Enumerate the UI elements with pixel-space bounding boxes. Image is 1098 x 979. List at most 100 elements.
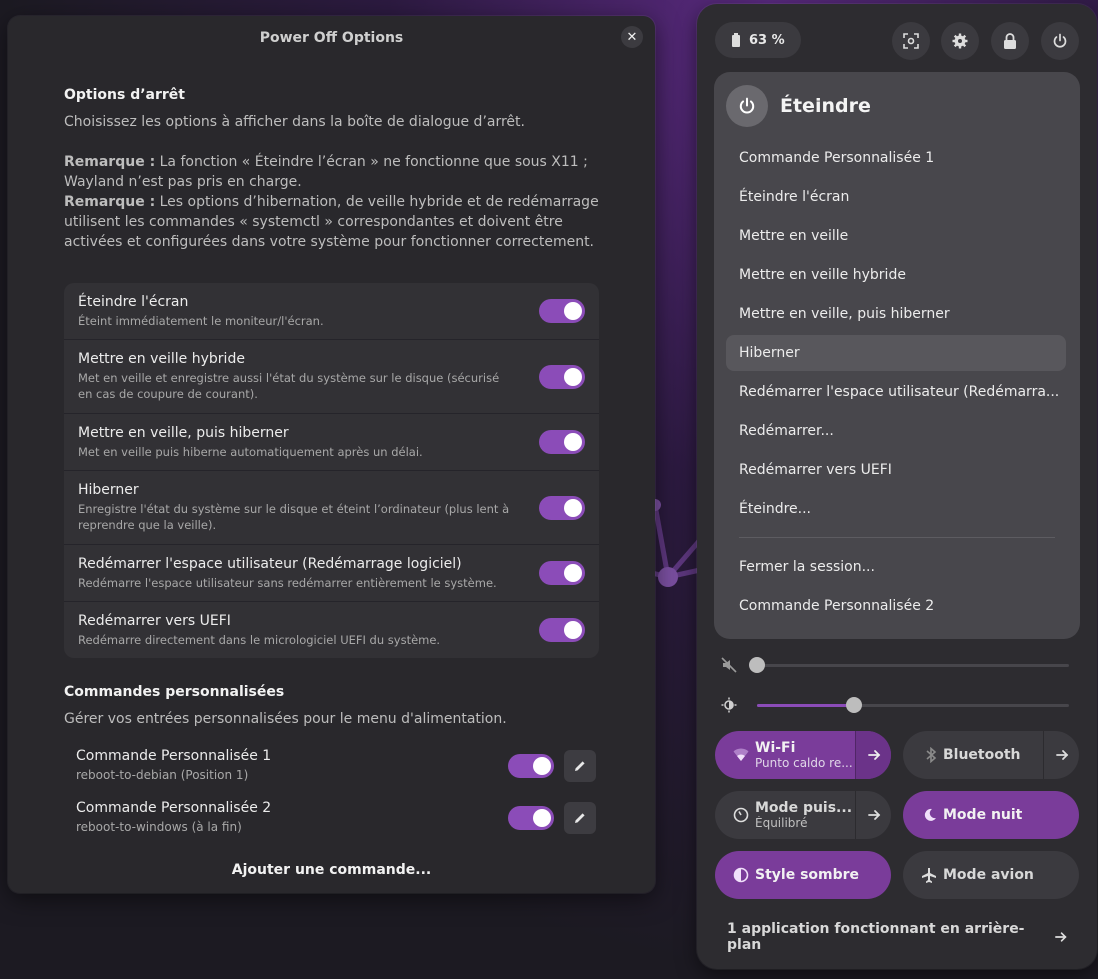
dark-style-label: Style sombre xyxy=(755,867,860,883)
night-mode-tile[interactable]: Mode nuit xyxy=(903,791,1079,839)
power-menu-item[interactable]: Éteindre... xyxy=(726,491,1066,527)
option-toggle-suspend-then-hibernate[interactable] xyxy=(539,430,585,454)
brightness-slider[interactable] xyxy=(717,695,1077,715)
power-button[interactable] xyxy=(1041,22,1079,60)
power-mode-label: Mode puis... xyxy=(755,800,853,816)
screenshot-button[interactable] xyxy=(892,22,930,60)
power-menu-item[interactable]: Redémarrer vers UEFI xyxy=(726,452,1066,488)
power-mode-menu-button[interactable] xyxy=(855,791,891,839)
option-title: Éteindre l'écran xyxy=(78,294,189,310)
settings-button[interactable] xyxy=(941,22,979,60)
option-row-soft-reboot: Redémarrer l'espace utilisateur (Redémar… xyxy=(64,545,599,602)
power-menu-header: Éteindre xyxy=(726,85,871,127)
power-icon xyxy=(1053,33,1067,48)
arrow-right-icon xyxy=(1055,750,1068,760)
close-button[interactable]: ✕ xyxy=(621,26,643,48)
edit-command-button[interactable] xyxy=(564,750,596,782)
bluetooth-label: Bluetooth xyxy=(943,747,1021,763)
command-toggle[interactable] xyxy=(508,754,554,778)
option-desc: Éteint immédiatement le moniteur/l'écran… xyxy=(78,314,324,328)
option-title: Redémarrer l'espace utilisateur (Redémar… xyxy=(78,556,462,572)
lock-icon xyxy=(1004,33,1016,49)
option-desc: Redémarre directement dans le micrologic… xyxy=(78,633,441,647)
moon-icon xyxy=(903,808,943,822)
option-desc: Enregistre l'état du système sur le disq… xyxy=(78,502,510,532)
option-row-hibernate: Hiberner Enregistre l'état du système su… xyxy=(64,471,599,545)
option-desc: Met en veille et enregistre aussi l'état… xyxy=(78,371,500,401)
volume-slider[interactable] xyxy=(717,655,1077,675)
lock-button[interactable] xyxy=(991,22,1029,60)
pencil-icon xyxy=(575,761,585,771)
screenshot-icon xyxy=(903,33,919,49)
option-row-screen-off: Éteindre l'écran Éteint immédiatement le… xyxy=(64,283,599,340)
wifi-menu-button[interactable] xyxy=(855,731,891,779)
background-apps-button[interactable]: 1 application fonctionnant en arrière-pl… xyxy=(727,921,1067,953)
note-label: Remarque : xyxy=(64,154,156,170)
option-toggle-reboot-uefi[interactable] xyxy=(539,618,585,642)
brightness-fill xyxy=(757,704,854,707)
close-icon: ✕ xyxy=(626,29,638,45)
dark-style-icon xyxy=(715,867,755,883)
power-menu-icon xyxy=(726,85,768,127)
power-menu-item[interactable]: Commande Personnalisée 1 xyxy=(726,140,1066,176)
option-title: Mettre en veille hybride xyxy=(78,351,245,367)
gear-icon xyxy=(952,33,968,49)
power-mode-tile[interactable]: Mode puis... Équilibré xyxy=(715,791,891,839)
option-toggle-hybrid-sleep[interactable] xyxy=(539,364,585,389)
power-icon xyxy=(739,97,755,114)
power-menu: Éteindre Commande Personnalisée 1 Éteind… xyxy=(714,72,1080,639)
custom-command-row: Commande Personnalisée 1 reboot-to-debia… xyxy=(76,746,596,786)
power-menu-item[interactable]: Mettre en veille hybride xyxy=(726,257,1066,293)
options-list: Éteindre l'écran Éteint immédiatement le… xyxy=(64,283,599,658)
power-menu-item[interactable]: Fermer la session... xyxy=(726,549,1066,585)
custom-command-row: Commande Personnalisée 2 reboot-to-windo… xyxy=(76,798,596,838)
power-menu-title: Éteindre xyxy=(780,95,871,117)
option-row-reboot-uefi: Redémarrer vers UEFI Redémarre directeme… xyxy=(64,602,599,658)
bluetooth-tile[interactable]: Bluetooth xyxy=(903,731,1079,779)
wifi-icon xyxy=(715,748,755,762)
power-menu-item[interactable]: Commande Personnalisée 2 xyxy=(726,588,1066,624)
note-label: Remarque : xyxy=(64,194,156,210)
add-command-button[interactable]: Ajouter une commande... xyxy=(8,862,655,878)
battery-indicator[interactable]: 63 % xyxy=(715,22,801,58)
option-row-hybrid-sleep: Mettre en veille hybride Met en veille e… xyxy=(64,340,599,414)
notes-block: Remarque : La fonction « Éteindre l’écra… xyxy=(64,152,599,252)
option-toggle-screen-off[interactable] xyxy=(539,299,585,323)
power-menu-item[interactable]: Redémarrer l'espace utilisateur (Redémar… xyxy=(726,374,1066,410)
background-apps-label: 1 application fonctionnant en arrière-pl… xyxy=(727,921,1025,953)
airplane-icon xyxy=(903,867,943,883)
power-menu-item[interactable]: Redémarrer... xyxy=(726,413,1066,449)
quick-settings-panel: 63 % Éteindre Commande Personnalisée 1 É… xyxy=(697,4,1097,969)
wifi-tile[interactable]: Wi-Fi Punto caldo re... xyxy=(715,731,891,779)
brightness-knob[interactable] xyxy=(845,697,862,713)
dark-style-tile[interactable]: Style sombre xyxy=(715,851,891,899)
brightness-track[interactable] xyxy=(757,704,1069,707)
options-section-title: Options d’arrêt xyxy=(64,87,185,103)
bluetooth-menu-button[interactable] xyxy=(1043,731,1079,779)
battery-level: 63 % xyxy=(749,32,785,48)
power-menu-item[interactable]: Mettre en veille xyxy=(726,218,1066,254)
power-menu-item[interactable]: Hiberner xyxy=(726,335,1066,371)
arrow-right-icon xyxy=(867,750,880,760)
option-toggle-hibernate[interactable] xyxy=(539,495,585,520)
option-row-suspend-then-hibernate: Mettre en veille, puis hiberner Met en v… xyxy=(64,414,599,471)
bluetooth-icon xyxy=(903,747,943,763)
option-desc: Met en veille puis hiberne automatiqueme… xyxy=(78,445,423,459)
command-toggle[interactable] xyxy=(508,806,554,830)
volume-knob[interactable] xyxy=(749,657,765,673)
power-menu-item[interactable]: Mettre en veille, puis hiberner xyxy=(726,296,1066,332)
volume-muted-icon xyxy=(721,657,737,673)
airplane-mode-label: Mode avion xyxy=(943,867,1034,883)
battery-icon xyxy=(732,33,740,47)
power-off-options-dialog: Power Off Options ✕ Options d’arrêt Choi… xyxy=(8,16,655,893)
power-menu-separator xyxy=(739,537,1055,538)
power-menu-item[interactable]: Éteindre l'écran xyxy=(726,179,1066,215)
wifi-label: Wi-Fi xyxy=(755,740,796,756)
option-title: Redémarrer vers UEFI xyxy=(78,613,231,629)
airplane-mode-tile[interactable]: Mode avion xyxy=(903,851,1079,899)
volume-track[interactable] xyxy=(757,664,1069,667)
arrow-right-icon xyxy=(1054,932,1067,942)
edit-command-button[interactable] xyxy=(564,802,596,834)
dialog-title: Power Off Options xyxy=(259,30,404,46)
option-toggle-soft-reboot[interactable] xyxy=(539,561,585,585)
